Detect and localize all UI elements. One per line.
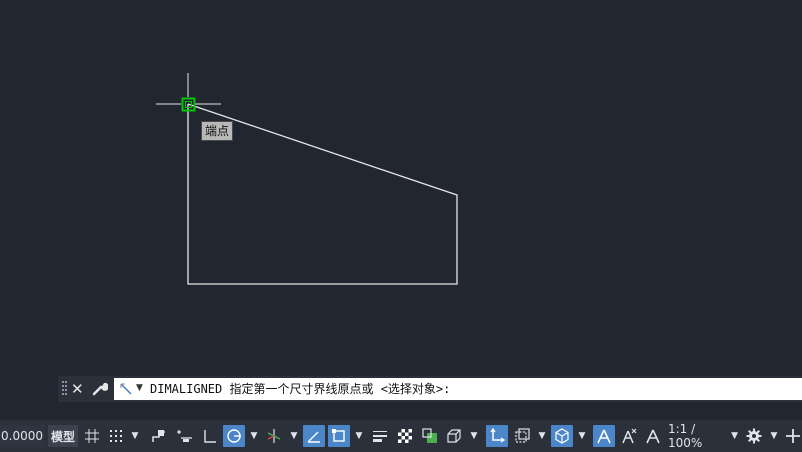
selection-cycling-icon[interactable] (419, 425, 441, 447)
lineweight-icon[interactable] (369, 425, 391, 447)
chevron-down-icon[interactable]: ▼ (467, 425, 481, 447)
polar-tracking-icon[interactable] (223, 425, 245, 447)
annotation-scale-dropdown[interactable]: 1:1 / 100% ▼ (668, 422, 738, 450)
coordinates-readout[interactable]: 0.0000 (0, 425, 44, 447)
chevron-down-icon[interactable]: ▼ (352, 425, 366, 447)
grid-icon[interactable] (82, 425, 102, 447)
command-history-icon[interactable] (120, 383, 132, 395)
chevron-down-icon[interactable]: ▼ (287, 425, 301, 447)
wrench-icon[interactable] (92, 380, 108, 396)
chevron-down-icon: ▼ (731, 431, 738, 441)
status-bar: 0.0000 模型 ▼ ▼ ▼ ▼ ▼ ▼ ▼ 1:1 / 100% ▼ ▼ (0, 420, 802, 452)
transparency-icon[interactable] (394, 425, 416, 447)
dynamic-input-icon[interactable] (173, 425, 195, 447)
chevron-down-icon[interactable]: ▼ (575, 425, 589, 447)
command-input[interactable]: ▼ DIMALIGNED 指定第一个尺寸界线原点或 <选择对象>: (114, 378, 802, 400)
annotation-scale-icon[interactable] (642, 425, 664, 447)
dynamic-ucs-icon[interactable] (486, 425, 508, 447)
object-snap-tracking-icon[interactable] (303, 425, 325, 447)
infer-constraints-icon[interactable] (148, 425, 170, 447)
selection-filter-icon[interactable] (511, 425, 533, 447)
snap-tooltip: 端点 (201, 121, 234, 141)
workspace-gear-icon[interactable] (743, 425, 765, 447)
auto-scale-icon[interactable] (618, 425, 640, 447)
close-icon[interactable]: ✕ (71, 378, 84, 400)
drawing-canvas[interactable] (0, 0, 802, 376)
3d-object-snap-icon[interactable] (443, 425, 465, 447)
object-snap-icon[interactable] (328, 425, 350, 447)
chevron-down-icon[interactable]: ▼ (128, 425, 142, 447)
annotation-scale-value: 1:1 / 100% (668, 422, 703, 450)
chevron-down-icon[interactable]: ▼ (247, 425, 261, 447)
chevron-down-icon[interactable]: ▼ (535, 425, 549, 447)
crosshair-cursor (156, 73, 221, 128)
drag-grip-icon[interactable] (62, 380, 68, 398)
snap-icon[interactable] (106, 425, 126, 447)
annotation-visibility-icon[interactable] (593, 425, 615, 447)
chevron-down-icon[interactable]: ▼ (136, 382, 143, 394)
command-prompt-text: DIMALIGNED 指定第一个尺寸界线原点或 <选择对象>: (150, 382, 451, 396)
command-line-bar: ✕ ▼ DIMALIGNED 指定第一个尺寸界线原点或 <选择对象>: (58, 376, 802, 402)
chevron-down-icon[interactable]: ▼ (767, 425, 781, 447)
gizmo-icon[interactable] (551, 425, 573, 447)
customize-icon[interactable] (784, 425, 802, 447)
isodraft-icon[interactable] (263, 425, 285, 447)
ortho-icon[interactable] (198, 425, 220, 447)
model-tab[interactable]: 模型 (48, 425, 78, 447)
